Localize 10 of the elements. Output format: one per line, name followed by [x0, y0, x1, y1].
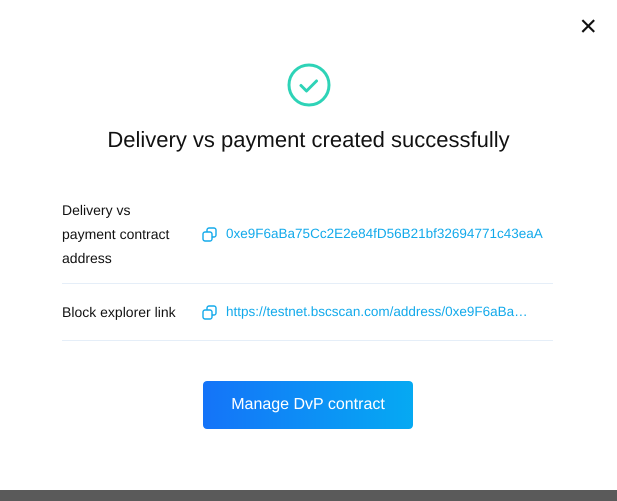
- close-button[interactable]: ×: [579, 14, 597, 40]
- detail-label: Block explorer link: [62, 303, 177, 322]
- check-circle-icon: [286, 63, 330, 107]
- copy-icon[interactable]: [202, 226, 217, 242]
- detail-label: Delivery vs payment contract address: [62, 201, 170, 268]
- detail-link[interactable]: 0xe9F6aBa75Cc2E2e84fD56B21bf32694771c43eaA: [226, 222, 553, 246]
- manage-contract-button[interactable]: Manage DvP contract: [203, 381, 413, 429]
- copy-icon[interactable]: [202, 304, 217, 320]
- detail-link[interactable]: https://testnet.bscscan.com/address/0xe9F6aBa…: [226, 300, 553, 324]
- dialog-title: Delivery vs payment created successfully: [106, 127, 511, 153]
